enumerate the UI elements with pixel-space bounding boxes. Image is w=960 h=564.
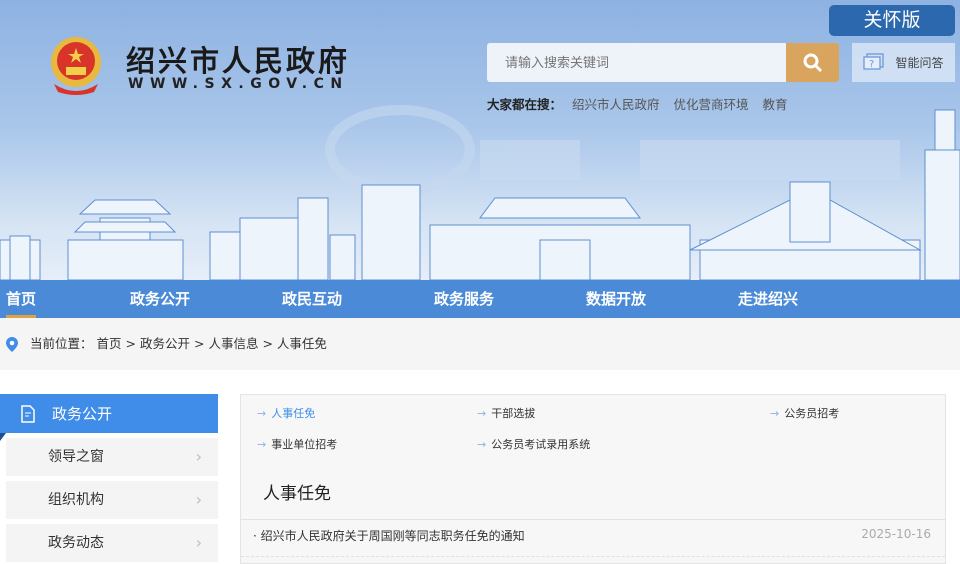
document-icon xyxy=(21,404,35,423)
subnav-label: 公务员考试录用系统 xyxy=(491,438,591,451)
nav-home[interactable]: 首页 xyxy=(6,280,37,318)
chevron-right-icon: › xyxy=(195,490,202,509)
divider xyxy=(241,556,945,557)
subnav-label: 事业单位招考 xyxy=(271,438,338,451)
subnav-civil-servant-exam[interactable]: → 公务员招考 xyxy=(770,405,839,421)
arrow-right-icon: → xyxy=(770,407,780,420)
arrow-right-icon: → xyxy=(257,407,267,420)
hot-search-link[interactable]: 绍兴市人民政府 xyxy=(572,97,660,112)
sidebar-item-organization[interactable]: 组织机构 › xyxy=(6,481,218,519)
subnav-label: 干部选拔 xyxy=(491,407,536,420)
site-title: 绍兴市人民政府 xyxy=(126,44,351,78)
hot-searches-label: 大家都在搜： xyxy=(487,97,563,112)
breadcrumb-sep: > xyxy=(262,336,273,351)
breadcrumb-personnel-info[interactable]: 人事信息 xyxy=(208,336,258,351)
sidebar-header[interactable]: 政务公开 xyxy=(0,394,218,441)
sidebar: 政务公开 领导之窗 › 组织机构 › 政务动态 › xyxy=(0,394,218,562)
care-mode-button[interactable]: 关怀版 xyxy=(829,5,955,36)
main-nav: 首页 政务公开 政民互动 政务服务 数据开放 走进绍兴 xyxy=(0,280,960,318)
national-emblem-logo xyxy=(51,37,101,95)
question-chat-icon: ? xyxy=(863,52,885,70)
subnav-cadre-selection[interactable]: → 干部选拔 xyxy=(477,405,535,421)
arrow-right-icon: → xyxy=(257,438,267,451)
divider xyxy=(241,519,945,520)
nav-services[interactable]: 政务服务 xyxy=(434,280,494,318)
breadcrumb-home[interactable]: 首页 xyxy=(97,336,122,351)
hot-search-link[interactable]: 教育 xyxy=(763,97,788,112)
smart-qa-label: 智能问答 xyxy=(895,56,944,70)
article-date: 2025-10-16 xyxy=(861,527,931,541)
search-icon xyxy=(803,53,822,72)
subnav-label: 公务员招考 xyxy=(784,407,840,420)
smart-qa-button[interactable]: ? 智能问答 xyxy=(852,43,955,82)
chevron-right-icon: › xyxy=(195,447,202,466)
breadcrumb-label: 当前位置： xyxy=(30,336,93,351)
nav-gov-affairs[interactable]: 政务公开 xyxy=(130,280,190,318)
subnav-label: 人事任免 xyxy=(271,407,316,420)
search-input[interactable] xyxy=(487,43,786,82)
breadcrumb-sep: > xyxy=(125,336,136,351)
nav-interaction[interactable]: 政民互动 xyxy=(282,280,342,318)
sidebar-item-news[interactable]: 政务动态 › xyxy=(6,524,218,562)
article-title[interactable]: 绍兴市人民政府关于周国刚等同志职务任免的通知 xyxy=(261,529,525,543)
svg-text:?: ? xyxy=(869,59,874,70)
subnav-exam-system[interactable]: → 公务员考试录用系统 xyxy=(477,436,590,452)
breadcrumb-current[interactable]: 人事任免 xyxy=(277,336,327,351)
sidebar-item-leaders[interactable]: 领导之窗 › xyxy=(6,438,218,476)
nav-open-data[interactable]: 数据开放 xyxy=(586,280,646,318)
sidebar-item-label: 领导之窗 xyxy=(48,449,104,465)
arrow-right-icon: → xyxy=(477,407,487,420)
hot-search-link[interactable]: 优化营商环境 xyxy=(674,97,749,112)
breadcrumb-sep: > xyxy=(193,336,205,351)
sidebar-item-label: 组织机构 xyxy=(48,492,104,508)
nav-about[interactable]: 走进绍兴 xyxy=(738,280,798,318)
content-panel: → 人事任免 → 干部选拔 → 公务员招考 → 事业单位招考 → 公务员考试录用系统 人事… xyxy=(240,394,946,564)
breadcrumb-gov-affairs[interactable]: 政务公开 xyxy=(140,336,190,351)
search-button[interactable] xyxy=(786,43,839,82)
subnav-institution-exam[interactable]: → 事业单位招考 xyxy=(257,436,337,452)
site-header: 绍兴市人民政府 WWW.SX.GOV.CN 关怀版 ? 智能问答 大家都在搜： … xyxy=(0,0,960,280)
sidebar-title: 政务公开 xyxy=(52,405,113,423)
location-pin-icon xyxy=(6,337,18,352)
chevron-right-icon: › xyxy=(195,533,202,552)
subnav-appointments[interactable]: → 人事任免 xyxy=(257,405,315,421)
list-item[interactable]: · 绍兴市人民政府关于周国刚等同志职务任免的通知 2025-10-16 xyxy=(253,527,931,544)
arrow-right-icon: → xyxy=(477,438,487,451)
section-title: 人事任免 xyxy=(263,484,331,504)
hot-searches: 大家都在搜： 绍兴市人民政府 优化营商环境 教育 xyxy=(487,94,798,113)
site-url: WWW.SX.GOV.CN xyxy=(128,76,349,92)
breadcrumb: 当前位置： 首页 > 政务公开 > 人事信息 > 人事任免 xyxy=(0,318,960,370)
sidebar-item-label: 政务动态 xyxy=(48,535,104,551)
